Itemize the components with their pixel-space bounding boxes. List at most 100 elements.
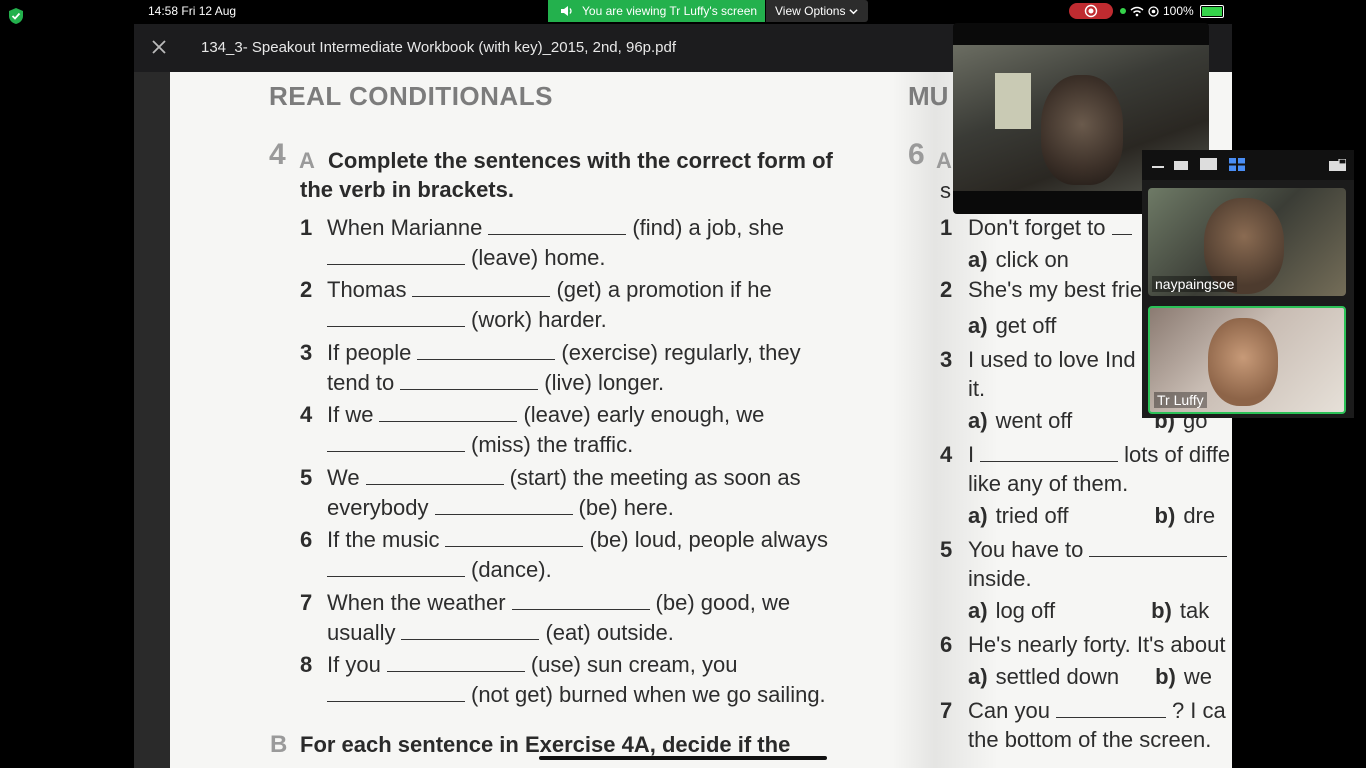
screen-share-banner[interactable]: You are viewing Tr Luffy's screen xyxy=(548,0,765,22)
home-indicator[interactable] xyxy=(539,756,827,760)
item-number: 2 xyxy=(300,277,313,302)
right-item: 7 Can you ? I ca xyxy=(940,696,1226,725)
exercise-letter-right: A xyxy=(936,148,952,173)
view-options-button[interactable]: View Options xyxy=(766,0,868,22)
right-option: a) click on xyxy=(968,247,1069,272)
small-view-icon[interactable] xyxy=(1174,161,1188,170)
item-text: She's my best frie xyxy=(968,277,1143,302)
item-text: (not get) burned when we go sailing. xyxy=(471,682,826,707)
participant-tile-active[interactable]: Tr Luffy xyxy=(1148,306,1346,414)
answer-blank xyxy=(327,431,465,452)
item-text: lots of diffe xyxy=(1124,442,1231,467)
item-number: 7 xyxy=(940,698,953,723)
item-number: 2 xyxy=(940,277,953,302)
location-icon xyxy=(1148,5,1159,17)
answer-blank xyxy=(1111,214,1132,235)
minimize-icon[interactable] xyxy=(1152,165,1164,169)
answer-blank xyxy=(1055,697,1166,718)
status-bar: 14:58 Fri 12 Aug You are viewing Tr Luff… xyxy=(0,0,1366,24)
right-item: 6 He's nearly forty. It's about xyxy=(940,630,1225,659)
answer-blank xyxy=(511,589,650,610)
record-icon xyxy=(1084,4,1098,18)
item-text: (live) longer. xyxy=(544,370,665,395)
system-indicators: 100% xyxy=(1120,4,1224,18)
participant-tile[interactable]: naypaingsoe xyxy=(1148,188,1346,296)
item-text: Can you xyxy=(968,698,1050,723)
record-indicator[interactable] xyxy=(1069,3,1113,19)
item-text: If the music xyxy=(327,527,440,552)
item-number: 3 xyxy=(940,347,953,372)
item-text: (leave) home. xyxy=(471,245,606,270)
right-item: 1 Don't forget to xyxy=(940,213,1138,242)
item-text: Don't forget to xyxy=(968,215,1106,240)
answer-blank xyxy=(417,339,556,360)
answer-blank xyxy=(434,494,573,515)
participant-name: naypaingsoe xyxy=(1152,276,1238,292)
right-option: a) log off b) tak xyxy=(968,598,1210,623)
right-item: 2 She's my best frie xyxy=(940,275,1142,304)
exercise-number-right: 6 xyxy=(908,138,925,171)
item-number: 5 xyxy=(300,465,313,490)
item-text: (be) here. xyxy=(578,495,674,520)
share-text: You are viewing Tr Luffy's screen xyxy=(582,4,758,18)
answer-blank xyxy=(401,619,540,640)
gallery-view-icon[interactable] xyxy=(1229,158,1245,171)
right-s-char: s xyxy=(940,178,951,203)
item-number: 4 xyxy=(940,442,953,467)
answer-blank xyxy=(400,369,539,390)
right-continuation: it. xyxy=(968,376,986,401)
item-number: 6 xyxy=(300,527,313,552)
right-option: a) settled down b) we xyxy=(968,664,1212,689)
right-item: 5 You have to xyxy=(940,535,1232,564)
item-number: 4 xyxy=(300,402,313,427)
answer-blank xyxy=(327,681,465,702)
document-title: 134_3- Speakout Intermediate Workbook (w… xyxy=(201,39,677,56)
answer-blank xyxy=(386,651,525,672)
chevron-down-icon xyxy=(849,8,859,14)
clock: 14:58 Fri 12 Aug xyxy=(148,4,237,18)
shield-icon xyxy=(9,8,23,24)
item-text: When Marianne xyxy=(327,215,483,240)
item-text: (miss) the traffic. xyxy=(471,432,634,457)
close-icon[interactable] xyxy=(152,40,166,54)
speaker-icon xyxy=(561,6,572,16)
item-text: (exercise) regularly, they xyxy=(561,340,801,365)
exit-panel-icon[interactable] xyxy=(1329,159,1346,171)
view-options-label: View Options xyxy=(775,4,846,18)
participant-gallery: naypaingsoe Tr Luffy xyxy=(1142,150,1354,418)
item-text: If you xyxy=(327,652,381,677)
item-text: (start) the meeting as soon as xyxy=(509,465,801,490)
answer-blank xyxy=(365,464,504,485)
right-option: a) tried off b) dre xyxy=(968,503,1216,528)
answer-blank xyxy=(379,401,518,422)
participant-video xyxy=(1041,75,1123,185)
right-option: a) get off xyxy=(968,313,1057,338)
exercise-b-letter: B xyxy=(270,731,288,758)
item-text: usually xyxy=(327,620,396,645)
answer-blank xyxy=(327,244,465,265)
item-text: If we xyxy=(327,402,374,427)
item-number: 7 xyxy=(300,590,313,615)
item-text: I used to love Ind xyxy=(968,347,1136,372)
item-text: (dance). xyxy=(471,557,552,582)
item-number: 1 xyxy=(300,215,313,240)
item-text: everybody xyxy=(327,495,429,520)
exercise-b-text: For each sentence in Exercise 4A, decide… xyxy=(300,732,791,757)
answer-blank xyxy=(445,526,584,547)
exercise-instruction: Complete the sentences with the correct … xyxy=(300,148,833,202)
participant-name: Tr Luffy xyxy=(1154,392,1207,408)
section-title-right: MU xyxy=(908,81,949,111)
item-number: 3 xyxy=(300,340,313,365)
exercise-b: B For each sentence in Exercise 4A, deci… xyxy=(270,731,791,758)
item-text: tend to xyxy=(327,370,395,395)
item-number: 1 xyxy=(940,215,953,240)
item-text: (work) harder. xyxy=(471,307,607,332)
right-item: 3 I used to love Ind xyxy=(940,345,1136,374)
item-text: When the weather xyxy=(327,590,506,615)
gallery-toolbar xyxy=(1142,150,1354,180)
exercise-number: 4 xyxy=(269,138,286,171)
item-text: (leave) early enough, we xyxy=(523,402,765,427)
item-number: 5 xyxy=(940,537,953,562)
large-view-icon[interactable] xyxy=(1200,158,1217,170)
item-text: You have to xyxy=(968,537,1084,562)
